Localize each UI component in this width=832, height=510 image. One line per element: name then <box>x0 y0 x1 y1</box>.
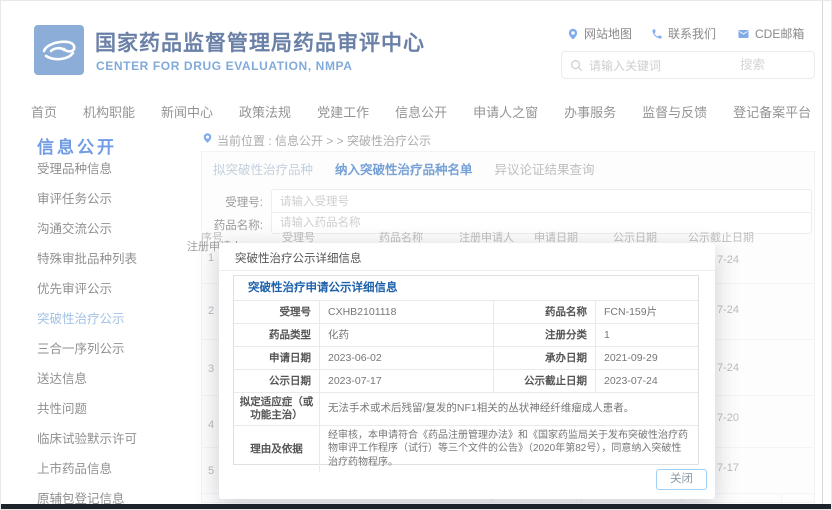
sitemap-link[interactable]: 网站地图 <box>567 25 632 42</box>
field-label: 拟定适应症（或功能主治） <box>234 393 320 425</box>
site-subtitle: CENTER FOR DRUG EVALUATION, NMPA <box>96 59 353 73</box>
nav-item-services[interactable]: 办事服务 <box>564 102 616 121</box>
field-value: 无法手术或术后残留/复发的NF1相关的丛状神经纤维瘤成人患者。 <box>320 393 698 425</box>
tab-included-breakthrough-list[interactable]: 纳入突破性治疗品种名单 <box>335 159 473 178</box>
nav-item-registration-platform[interactable]: 登记备案平台 <box>733 102 811 121</box>
detail-row: 药品类型 化药 注册分类 1 <box>234 324 698 347</box>
field-value: 化药 <box>320 324 494 346</box>
tab-proposed-breakthrough[interactable]: 拟突破性治疗品种 <box>213 159 313 178</box>
field-label: 药品名称 <box>494 301 596 323</box>
sidebar-item-marketed-drugs[interactable]: 上市药品信息 <box>37 454 187 484</box>
detail-row-rationale: 理由及依据 经审核，本申请符合《药品注册管理办法》和《国家药监局关于发布突破性治… <box>234 426 698 472</box>
field-label: 药品类型 <box>234 324 320 346</box>
sidebar-item-special-approval[interactable]: 特殊审批品种列表 <box>37 244 187 274</box>
breadcrumb-pin-icon <box>202 132 213 144</box>
table-row-deadline: 7-24 <box>717 254 763 266</box>
mailbox-label: CDE邮箱 <box>755 25 804 42</box>
detail-table: 突破性治疗申请公示详细信息 受理号 CXHB2101118 药品名称 FCN-1… <box>233 275 699 465</box>
sidebar-item-priority-review[interactable]: 优先审评公示 <box>37 274 187 304</box>
table-row-deadline: 7-24 <box>717 304 763 316</box>
dialog-title: 突破性治疗公示详细信息 <box>235 250 362 266</box>
map-pin-icon <box>567 28 579 40</box>
header-search: 请输入关键词 搜索 <box>561 51 815 79</box>
nav-item-party[interactable]: 党建工作 <box>317 102 369 121</box>
nav-item-home[interactable]: 首页 <box>31 102 57 121</box>
phone-icon <box>651 28 663 40</box>
detail-row-indication: 拟定适应症（或功能主治） 无法手术或术后残留/复发的NF1相关的丛状神经纤维瘤成… <box>234 393 698 426</box>
field-label: 理由及依据 <box>234 426 320 472</box>
page-right-border <box>822 1 823 504</box>
detail-section-title: 突破性治疗申请公示详细信息 <box>234 276 698 301</box>
sidebar-item-accepted-varieties[interactable]: 受理品种信息 <box>37 154 187 184</box>
nav-item-applicant[interactable]: 申请人之窗 <box>473 102 538 121</box>
detail-row: 受理号 CXHB2101118 药品名称 FCN-159片 <box>234 301 698 324</box>
mailbox-link[interactable]: CDE邮箱 <box>737 25 804 42</box>
field-value: 2023-07-24 <box>596 370 698 392</box>
contact-label: 联系我们 <box>668 25 716 42</box>
column-divider <box>781 494 782 503</box>
search-input[interactable]: 请输入关键词 <box>589 57 661 74</box>
field-label: 注册分类 <box>494 324 596 346</box>
acceptance-no-label: 受理号: <box>197 194 263 210</box>
field-value: 2023-07-17 <box>320 370 494 392</box>
nav-item-disclosure[interactable]: 信息公开 <box>395 102 447 121</box>
sidebar-item-review-tasks[interactable]: 审评任务公示 <box>37 184 187 214</box>
sitemap-label: 网站地图 <box>584 25 632 42</box>
table-row-deadline: 7-24 <box>717 362 763 374</box>
search-icon <box>570 59 583 72</box>
dialog-title-divider <box>219 270 715 271</box>
breakthrough-detail-dialog: 突破性治疗公示详细信息 突破性治疗申请公示详细信息 受理号 CXHB210111… <box>219 243 715 499</box>
footer-bar <box>1 504 832 510</box>
table-row-deadline: 7-20 <box>717 412 763 424</box>
detail-row: 公示日期 2023-07-17 公示截止日期 2023-07-24 <box>234 370 698 393</box>
field-label: 公示日期 <box>234 370 320 392</box>
field-value: 经审核，本申请符合《药品注册管理办法》和《国家药监局关于发布突破性治疗药物审评工… <box>320 426 698 472</box>
cde-logo <box>34 25 84 75</box>
nav-item-news[interactable]: 新闻中心 <box>161 102 213 121</box>
site-title: 国家药品监督管理局药品审评中心 <box>95 27 425 57</box>
sidebar-menu: 受理品种信息 审评任务公示 沟通交流公示 特殊审批品种列表 优先审评公示 突破性… <box>37 154 187 510</box>
drug-name-label: 药品名称: <box>185 217 263 233</box>
search-button[interactable]: 搜索 <box>740 52 765 78</box>
field-value: FCN-159片 <box>596 301 698 323</box>
main-nav: 首页 机构职能 新闻中心 政策法规 党建工作 信息公开 申请人之窗 办事服务 监… <box>1 96 832 126</box>
contact-link[interactable]: 联系我们 <box>651 25 716 42</box>
field-label: 公示截止日期 <box>494 370 596 392</box>
close-button[interactable]: 关闭 <box>656 469 707 490</box>
cde-page: 国家药品监督管理局药品审评中心 CENTER FOR DRUG EVALUATI… <box>0 0 832 510</box>
acceptance-no-input[interactable] <box>271 189 812 214</box>
sidebar-item-breakthrough-therapy[interactable]: 突破性治疗公示 <box>37 304 187 334</box>
sidebar-item-communication[interactable]: 沟通交流公示 <box>37 214 187 244</box>
nav-item-functions[interactable]: 机构职能 <box>83 102 135 121</box>
detail-row: 申请日期 2023-06-02 承办日期 2021-09-29 <box>234 347 698 370</box>
nav-item-policy[interactable]: 政策法规 <box>239 102 291 121</box>
field-label: 受理号 <box>234 301 320 323</box>
mail-icon <box>737 28 750 40</box>
field-value: 2021-09-29 <box>596 347 698 369</box>
field-value: 1 <box>596 324 698 346</box>
sidebar-item-clinical-trial[interactable]: 临床试验默示许可 <box>37 424 187 454</box>
tab-bar: 拟突破性治疗品种 纳入突破性治疗品种名单 异议论证结果查询 <box>213 159 595 178</box>
field-value: 2023-06-02 <box>320 347 494 369</box>
field-value: CXHB2101118 <box>320 301 494 323</box>
field-label: 承办日期 <box>494 347 596 369</box>
swan-logo-icon <box>34 25 84 75</box>
nav-item-supervision[interactable]: 监督与反馈 <box>642 102 707 121</box>
breadcrumb: 当前位置 : 信息公开 > > 突破性治疗公示 <box>217 132 431 149</box>
tab-objection-results[interactable]: 异议论证结果查询 <box>495 159 595 178</box>
sidebar-item-three-in-one[interactable]: 三合一序列公示 <box>37 334 187 364</box>
field-label: 申请日期 <box>234 347 320 369</box>
table-row-deadline: 7-17 <box>717 462 763 474</box>
sidebar-item-delivery-info[interactable]: 送达信息 <box>37 364 187 394</box>
sidebar-item-common-issues[interactable]: 共性问题 <box>37 394 187 424</box>
